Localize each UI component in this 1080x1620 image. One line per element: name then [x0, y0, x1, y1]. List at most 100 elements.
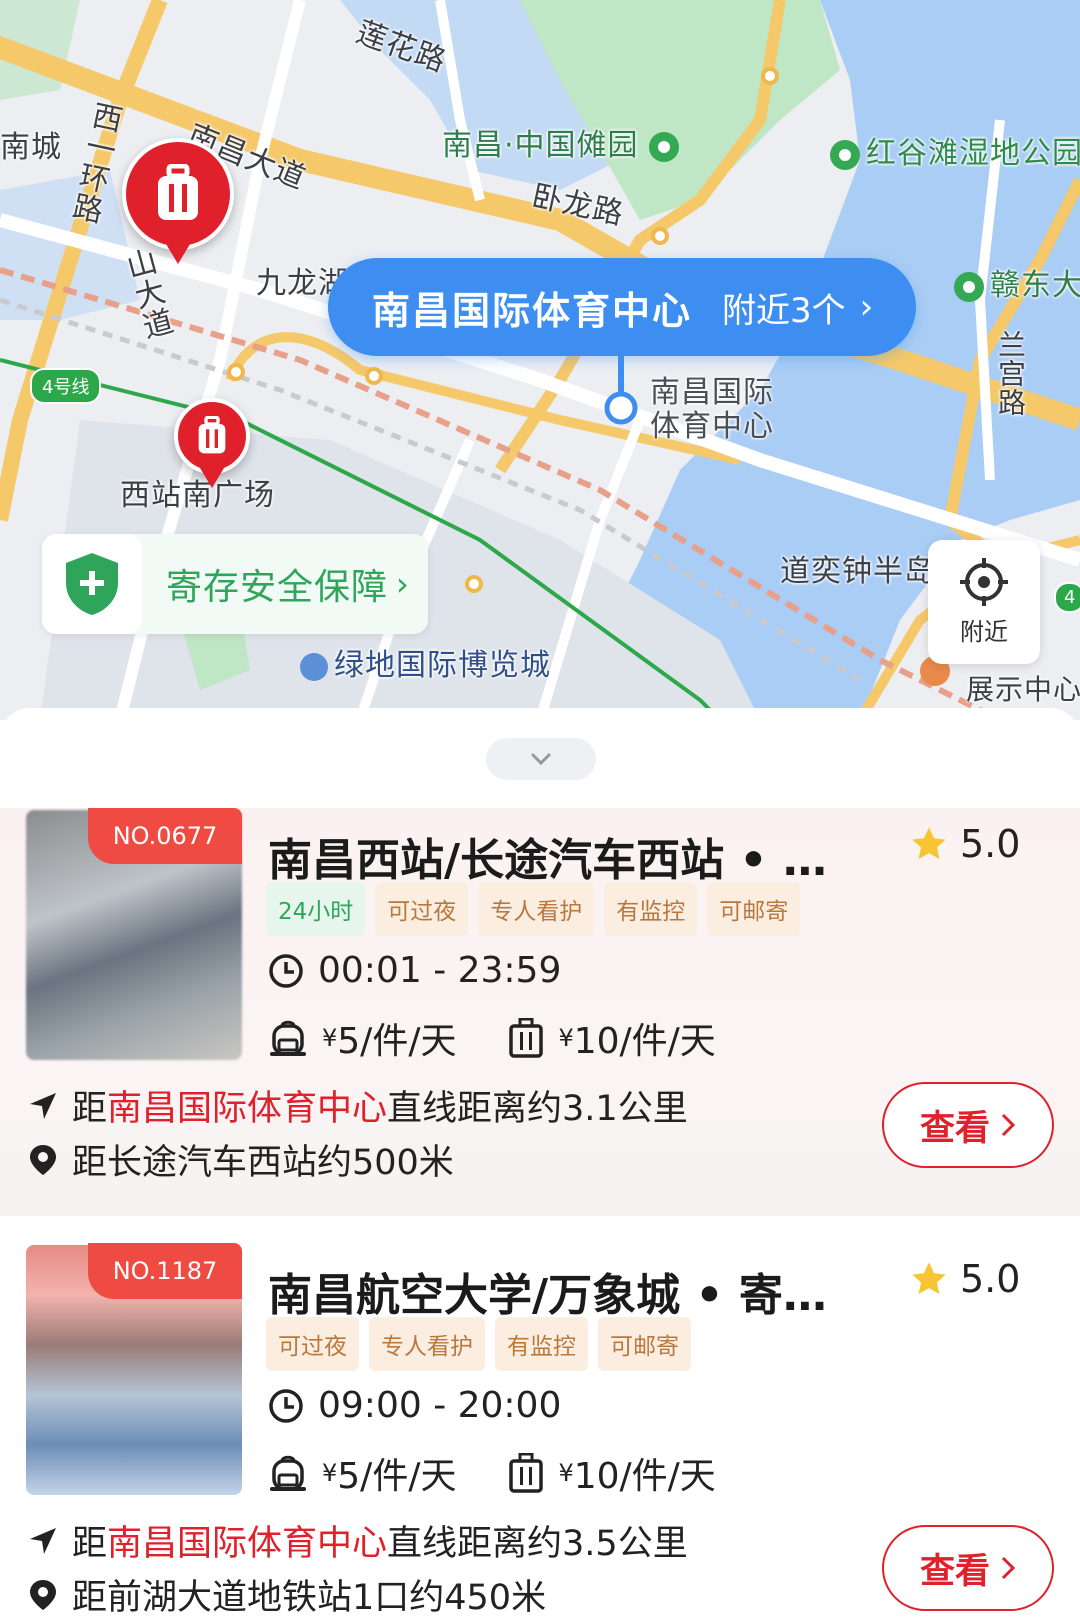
- star-icon: [912, 1262, 946, 1295]
- backpack-icon: [270, 1455, 306, 1491]
- map-label-nuoyuan: 南昌·中国傩园: [442, 120, 685, 164]
- shield-plus-icon: [42, 534, 142, 634]
- price-small: 5/件/天: [337, 1021, 457, 1062]
- locate-icon: [960, 557, 1008, 606]
- results-sheet: NO.0677 南昌西站/长途汽车西站 • … 5.0 24小时 可过夜 专人看…: [0, 708, 1080, 1620]
- price-large-item: ¥ 10/件/天: [508, 1447, 716, 1499]
- view-label: 查看: [919, 1551, 990, 1592]
- price-large: 10/件/天: [573, 1456, 716, 1497]
- chevron-right-icon: ›: [859, 287, 874, 327]
- safety-guarantee-banner[interactable]: 寄存安全保障 ›: [42, 534, 428, 634]
- bubble-title: 南昌国际体育中心: [372, 288, 693, 333]
- view-button[interactable]: 查看: [882, 1082, 1054, 1168]
- listing-number-badge: NO.0677: [88, 808, 242, 864]
- listing-number-badge: NO.1187: [88, 1243, 242, 1299]
- nearby-label: 附近: [960, 617, 1008, 646]
- map-label-stadium: 南昌国际体育中心: [650, 375, 774, 444]
- map-view[interactable]: 莲花路 南昌大道 南城 西一环路 山大道 南昌·中国傩园 卧龙路 红谷滩湿地公园…: [0, 0, 1080, 720]
- suitcase-icon-small: [198, 416, 226, 454]
- straight-distance: 距南昌国际体育中心 直线距离约3.1公里: [26, 1080, 688, 1131]
- metro-line-badge-right: 4: [1054, 582, 1080, 613]
- view-button[interactable]: 查看: [882, 1525, 1054, 1611]
- tag-attended: 专人看护: [478, 882, 595, 936]
- landmark-distance: 距前湖大道地铁站1口约450米: [26, 1569, 546, 1620]
- location-bubble[interactable]: 南昌国际体育中心 附近3个 ›: [328, 258, 916, 356]
- distance-target: 南昌国际体育中心: [107, 1089, 388, 1129]
- map-label-nancheng: 南城: [0, 130, 62, 165]
- map-label-xizhan-south: 西站南广场: [120, 478, 275, 513]
- tag-monitored: 有监控: [495, 1317, 588, 1371]
- camera-poi-icon-2: [954, 271, 984, 302]
- tag-monitored: 有监控: [604, 882, 698, 936]
- location-pin-icon: [26, 1144, 60, 1176]
- lvdi-expo-text: 绿地国际博览城: [334, 648, 551, 683]
- clock-icon: [269, 1388, 303, 1423]
- tag-24h: 24小时: [266, 882, 366, 936]
- landmark-text: 距长途汽车西站约500米: [72, 1143, 454, 1183]
- price-large: 10/件/天: [573, 1021, 716, 1062]
- storage-listing-card[interactable]: NO.1187 南昌航空大学/万象城 • 寄… 5.0 可过夜 专人看护 有监控…: [0, 1243, 1080, 1620]
- distance-suffix: 直线距离约3.5公里: [387, 1524, 688, 1564]
- listing-rating: 5.0: [910, 822, 1020, 866]
- storage-pin-small[interactable]: [174, 398, 250, 488]
- tag-mailable: 可邮寄: [707, 882, 801, 936]
- currency-symbol: ¥: [322, 1024, 338, 1052]
- nearby-locate-button[interactable]: 附近: [928, 540, 1040, 664]
- tag-attended: 专人看护: [369, 1317, 485, 1371]
- luggage-icon: [509, 1453, 544, 1493]
- location-pin-icon: [26, 1579, 60, 1611]
- nuoyuan-text: 南昌·中国傩园: [442, 128, 639, 163]
- listing-title[interactable]: 南昌西站/长途汽车西站 • …: [268, 824, 828, 888]
- rating-value: 5.0: [960, 1257, 1021, 1301]
- metro-line-badge: 4号线: [30, 368, 102, 404]
- map-label-langong-road: 兰宫路: [994, 330, 1027, 417]
- map-label-gandong: 赣东大: [954, 260, 1080, 304]
- storage-listing-card[interactable]: NO.0677 南昌西站/长途汽车西站 • … 5.0 24小时 可过夜 专人看…: [0, 808, 1080, 1216]
- tag-mailable: 可邮寄: [598, 1317, 691, 1371]
- map-label-exhibition: 展示中心: [966, 673, 1080, 706]
- navigation-arrow-icon: [26, 1091, 60, 1121]
- chevron-right-icon: [1001, 1113, 1016, 1137]
- chevron-down-icon: [531, 753, 551, 766]
- currency-symbol: ¥: [322, 1459, 338, 1487]
- map-label-daoyi: 道奕钟半岛: [780, 554, 935, 589]
- collapse-sheet-handle[interactable]: [486, 738, 596, 780]
- straight-distance: 距南昌国际体育中心 直线距离约3.5公里: [26, 1515, 688, 1566]
- distance-target: 南昌国际体育中心: [107, 1524, 388, 1564]
- view-label: 查看: [919, 1108, 990, 1149]
- hours-text: 09:00 - 20:00: [318, 1385, 562, 1426]
- price-small-item: ¥ 5/件/天: [268, 1447, 456, 1499]
- opening-hours: 00:01 - 23:59: [268, 950, 561, 991]
- listing-tags: 24小时 可过夜 专人看护 有监控 可邮寄: [266, 882, 810, 936]
- tag-overnight: 可过夜: [375, 882, 469, 936]
- storage-pin-large[interactable]: [122, 138, 234, 264]
- price-large-item: ¥ 10/件/天: [508, 1012, 716, 1064]
- camera-poi-icon: [649, 131, 680, 162]
- map-label-honggutan: 红谷滩湿地公园: [830, 128, 1080, 172]
- navigation-arrow-icon: [26, 1526, 60, 1556]
- bubble-nearby-count: 附近3个: [722, 290, 846, 331]
- landmark-text: 距前湖大道地铁站1口约450米: [72, 1578, 547, 1618]
- currency-symbol: ¥: [558, 1024, 574, 1052]
- gandong-text: 赣东大: [990, 268, 1080, 303]
- listing-rating: 5.0: [910, 1257, 1020, 1301]
- currency-symbol: ¥: [558, 1459, 574, 1487]
- honggutan-text: 红谷滩湿地公园: [866, 136, 1080, 171]
- price-small-item: ¥ 5/件/天: [268, 1012, 456, 1064]
- hours-text: 00:01 - 23:59: [318, 950, 562, 991]
- building-poi-icon: [300, 652, 328, 681]
- distance-suffix: 直线距离约3.1公里: [387, 1089, 688, 1129]
- suitcase-icon: [158, 164, 198, 220]
- price-small: 5/件/天: [337, 1456, 457, 1497]
- listing-title[interactable]: 南昌航空大学/万象城 • 寄…: [268, 1259, 828, 1323]
- distance-prefix: 距: [72, 1089, 108, 1129]
- listing-tags: 可过夜 专人看护 有监控 可邮寄: [266, 1317, 701, 1371]
- chevron-right-icon: [1001, 1556, 1016, 1580]
- safety-guarantee-text: 寄存安全保障: [166, 567, 389, 608]
- distance-prefix: 距: [72, 1524, 108, 1564]
- price-row: ¥ 5/件/天 ¥ 10/件/天: [268, 1012, 768, 1064]
- backpack-icon: [270, 1020, 306, 1056]
- park-poi-icon: [830, 139, 860, 170]
- landmark-distance: 距长途汽车西站约500米: [26, 1134, 454, 1185]
- clock-icon: [269, 953, 303, 988]
